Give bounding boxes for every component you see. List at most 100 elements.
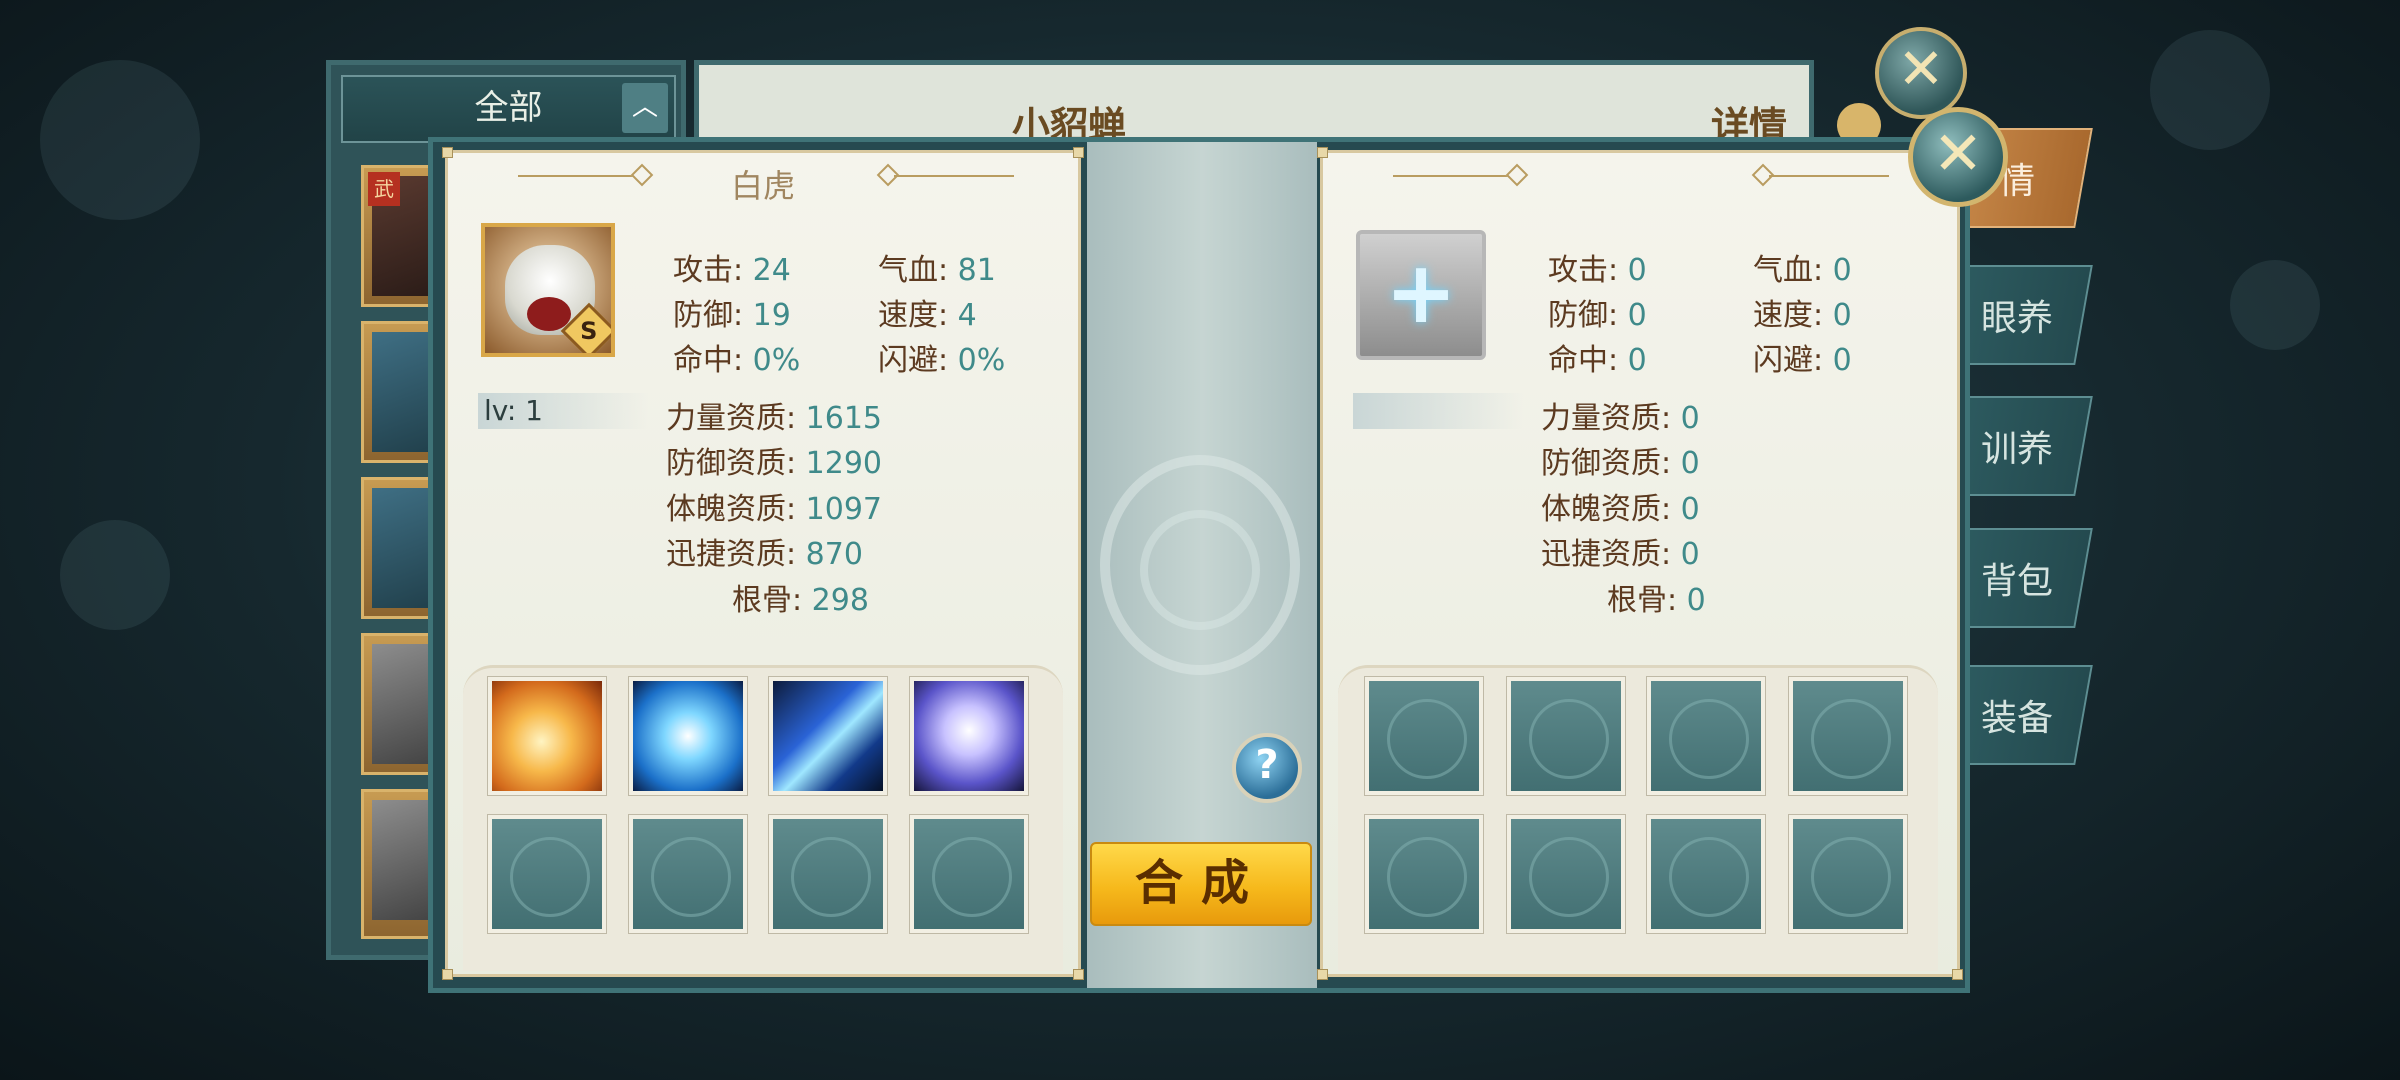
stat-attack: 攻击: 0 — [1548, 245, 1647, 289]
aptitude-value: 1097 — [805, 492, 883, 527]
panel-corner — [1073, 969, 1084, 980]
left-pet-panel: 白虎 S lv: 1 攻击: 24 气血: 81 防御: 19 速度: 4 命中… — [442, 147, 1084, 980]
aptitude-value: 0 — [1680, 492, 1700, 527]
aptitude-label: 根骨: — [732, 583, 803, 618]
class-tag: 武 — [368, 172, 400, 206]
stat-value: 4 — [957, 298, 977, 333]
ice-shard-skill-icon[interactable] — [768, 676, 888, 796]
aptitude-root-bone: 根骨: 0 — [1607, 575, 1706, 619]
aptitude-value: 0 — [1680, 401, 1700, 436]
empty-skill-slot[interactable] — [1788, 814, 1908, 934]
aptitude-label: 力量资质: — [666, 401, 797, 436]
empty-skill-slot[interactable] — [768, 814, 888, 934]
stat-value: 0 — [1832, 253, 1852, 288]
panel-corner — [1317, 147, 1328, 158]
aptitude-value: 298 — [811, 583, 869, 618]
stat-label: 防御: — [1548, 298, 1619, 333]
close-icon[interactable]: ✕ — [1908, 107, 2008, 207]
dragon-watermark-icon — [1669, 699, 1749, 779]
panel-corner — [442, 969, 453, 980]
aptitude-value: 0 — [1680, 446, 1700, 481]
tab-label: 眼养 — [1980, 298, 2053, 339]
skill-grid — [1338, 665, 1938, 971]
aptitude-value: 0 — [1686, 583, 1706, 618]
stat-value: 19 — [752, 298, 791, 333]
flame-beast-skill-icon[interactable] — [487, 676, 607, 796]
pet-portrait[interactable]: S — [481, 223, 615, 357]
background-bokeh — [60, 520, 170, 630]
stat-label: 闪避: — [1753, 343, 1824, 378]
aptitude-label: 迅捷资质: — [1541, 537, 1672, 572]
dragon-watermark-icon — [510, 837, 590, 917]
background-bokeh — [2230, 260, 2320, 350]
stat-label: 命中: — [1548, 343, 1619, 378]
empty-skill-slot[interactable] — [1788, 676, 1908, 796]
synthesize-button[interactable]: 合成 — [1090, 842, 1312, 926]
aptitude-value: 870 — [805, 537, 863, 572]
spirit-orb-skill-icon[interactable] — [909, 676, 1029, 796]
aptitude-defense: 防御资质: 1290 — [666, 438, 882, 482]
help-button[interactable]: ? — [1232, 733, 1302, 803]
pet-filter-dropdown[interactable]: 全部 ︿ — [341, 75, 676, 143]
stat-label: 气血: — [1753, 253, 1824, 288]
stat-value: 0 — [1627, 343, 1647, 378]
empty-skill-slot[interactable] — [487, 814, 607, 934]
aptitude-value: 1290 — [805, 446, 883, 481]
tab-label: 背包 — [1980, 561, 2053, 602]
pet-level: lv: 1 — [478, 393, 648, 429]
aptitude-label: 力量资质: — [1541, 401, 1672, 436]
aptitude-agility: 迅捷资质: 0 — [1541, 529, 1700, 573]
aptitude-defense: 防御资质: 0 — [1541, 438, 1700, 482]
background-bokeh — [2150, 30, 2270, 150]
stat-label: 攻击: — [673, 253, 744, 288]
stat-speed: 速度: 4 — [878, 290, 977, 334]
title-ornament — [1393, 175, 1513, 177]
panel-corner — [1073, 147, 1084, 158]
aptitude-label: 体魄资质: — [666, 492, 797, 527]
stat-label: 攻击: — [1548, 253, 1619, 288]
aptitude-agility: 迅捷资质: 870 — [666, 529, 863, 573]
empty-skill-slot[interactable] — [1506, 676, 1626, 796]
empty-skill-slot[interactable] — [628, 814, 748, 934]
pet-title: 白虎 — [730, 167, 795, 205]
right-pet-panel: + 攻击: 0 气血: 0 防御: 0 速度: 0 命中: 0 闪避: 0 力量… — [1317, 147, 1963, 980]
background-close-icon[interactable]: ✕ — [1875, 27, 1967, 119]
stat-dodge: 闪避: 0 — [1753, 335, 1852, 379]
dragon-watermark-icon — [791, 837, 871, 917]
background-bokeh — [40, 60, 200, 220]
dragon-watermark-icon — [1529, 699, 1609, 779]
empty-skill-slot[interactable] — [1646, 814, 1766, 934]
aptitude-constitution: 体魄资质: 0 — [1541, 484, 1700, 528]
stat-value: 0% — [752, 343, 801, 378]
stat-label: 速度: — [1753, 298, 1824, 333]
empty-skill-slot[interactable] — [909, 814, 1029, 934]
aptitude-label: 体魄资质: — [1541, 492, 1672, 527]
stat-hp: 气血: 0 — [1753, 245, 1852, 289]
dragon-watermark-icon — [1811, 837, 1891, 917]
stat-value: 0 — [1832, 298, 1852, 333]
dragon-watermark-icon — [1669, 837, 1749, 917]
aptitude-constitution: 体魄资质: 1097 — [666, 484, 882, 528]
stat-label: 气血: — [878, 253, 949, 288]
add-pet-slot[interactable]: + — [1356, 230, 1486, 360]
aptitude-value: 0 — [1680, 537, 1700, 572]
dragon-watermark-icon — [932, 837, 1012, 917]
empty-skill-slot[interactable] — [1506, 814, 1626, 934]
aptitude-label: 迅捷资质: — [666, 537, 797, 572]
chevron-up-icon[interactable]: ︿ — [622, 83, 668, 133]
empty-skill-slot[interactable] — [1364, 676, 1484, 796]
dragon-emblem-inner — [1140, 510, 1260, 630]
stat-value: 0 — [1627, 253, 1647, 288]
aptitude-label: 防御资质: — [1541, 446, 1672, 481]
tab-label: 装备 — [1980, 698, 2053, 739]
panel-corner — [1317, 969, 1328, 980]
dragon-watermark-icon — [651, 837, 731, 917]
blue-heart-skill-icon[interactable] — [628, 676, 748, 796]
stat-hit: 命中: 0% — [673, 335, 800, 379]
stat-label: 命中: — [673, 343, 744, 378]
empty-skill-slot[interactable] — [1364, 814, 1484, 934]
empty-level-bar — [1353, 393, 1523, 429]
aptitude-label: 根骨: — [1607, 583, 1678, 618]
empty-skill-slot[interactable] — [1646, 676, 1766, 796]
stat-value: 0 — [1832, 343, 1852, 378]
